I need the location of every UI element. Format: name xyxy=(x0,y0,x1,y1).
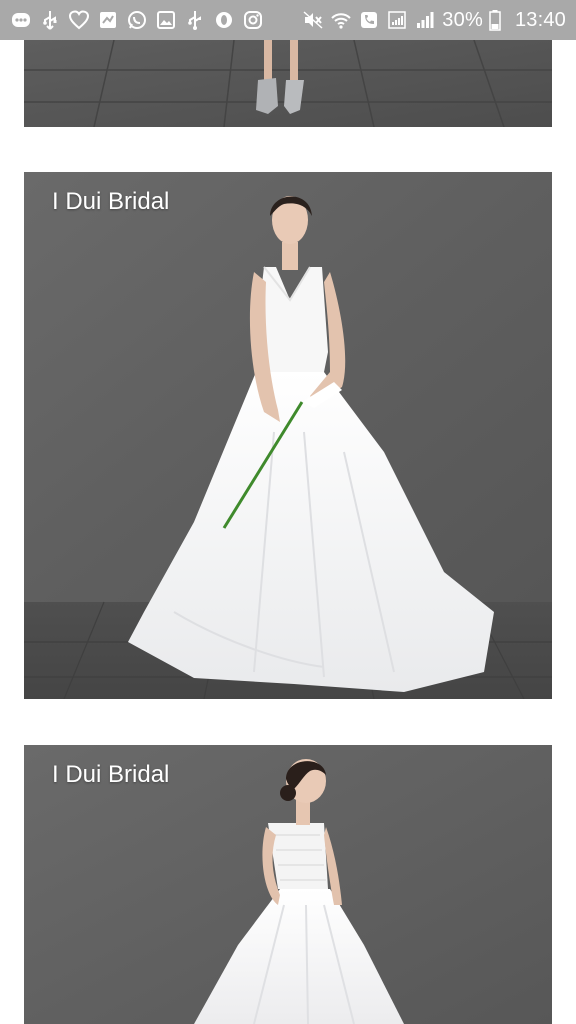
photo-label: I Dui Bridal xyxy=(52,188,170,215)
app-icon xyxy=(97,9,119,31)
heart-icon xyxy=(68,9,90,31)
battery-icon xyxy=(489,9,501,31)
usb-icon xyxy=(184,9,206,31)
product-photo-2[interactable]: I Dui Bridal xyxy=(24,172,552,699)
battery-percent: 30% xyxy=(442,8,483,31)
signal-icon xyxy=(414,9,436,31)
usb-icon xyxy=(39,9,61,31)
clock: 13:40 xyxy=(514,8,566,31)
gallery-icon xyxy=(155,9,177,31)
data-signal-icon xyxy=(386,9,408,31)
notification-icon xyxy=(213,9,235,31)
product-photo-3[interactable]: I Dui Bridal xyxy=(24,745,552,1024)
product-photo-1[interactable] xyxy=(24,40,552,127)
instagram-icon xyxy=(242,9,264,31)
photo-image xyxy=(24,40,552,127)
message-icon xyxy=(10,9,32,31)
whatsapp-icon xyxy=(126,9,148,31)
photo-label: I Dui Bridal xyxy=(52,761,170,788)
photo-image xyxy=(24,172,552,699)
system-status: 30% 13:40 xyxy=(302,9,566,32)
wifi-icon xyxy=(330,9,352,31)
mute-icon xyxy=(302,9,324,31)
phone-icon xyxy=(358,9,380,31)
status-bar: 30% 13:40 xyxy=(0,0,576,40)
notification-icons xyxy=(10,9,264,31)
